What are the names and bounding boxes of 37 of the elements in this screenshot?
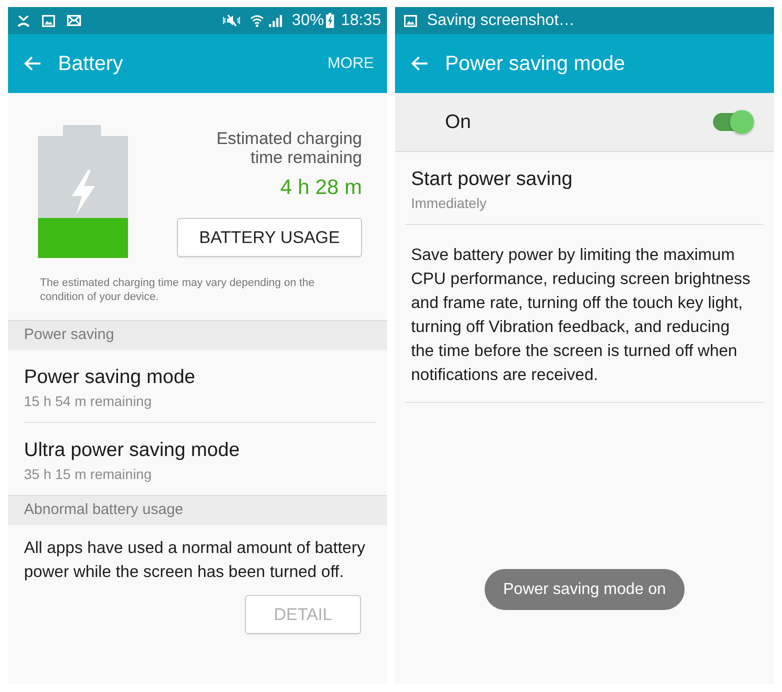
charging-note: The estimated charging time may vary depending on the condition of your device. [39, 276, 316, 304]
item-title: Power saving mode [24, 365, 196, 389]
arrow-left-icon [24, 56, 41, 71]
settings-item[interactable]: Power saving mode 15 h 54 m remaining [8, 350, 387, 422]
mail-icon [67, 15, 81, 26]
image-icon [42, 14, 55, 26]
signal-icon [268, 14, 282, 26]
battery-charging-icon [326, 13, 334, 28]
section-header: Power saving [8, 320, 387, 350]
mute-icon [222, 14, 240, 27]
item-title: Ultra power saving mode [24, 438, 241, 462]
section-header: Abnormal battery usage [8, 495, 387, 525]
abnormal-usage-text: All apps have used a normal amount of battery power while the screen has been turned off. [23, 538, 366, 583]
clock-time: 18:35 [340, 12, 381, 30]
estimate-value: 4 h 28 m [280, 176, 362, 200]
app-bar-title: Power saving mode [445, 52, 626, 76]
item-subtitle: Immediately [411, 194, 488, 212]
item-subtitle: 15 h 54 m remaining [24, 392, 153, 410]
back-button[interactable] [24, 56, 41, 71]
arrow-left-icon [411, 56, 428, 71]
app-bar-title: Battery [58, 52, 123, 76]
description-text: Save battery power by limiting the maximum CPU performance, reducing screen brightness and frame rate, turning off the touch key light, turning off Vibration feedback, and reducing the time before the screen is turned off when notifications are received. [410, 245, 752, 386]
battery-percent: 30% [292, 12, 324, 30]
item-subtitle: 35 h 15 m remaining [24, 465, 153, 483]
settings-item[interactable]: Start power saving Immediately [395, 152, 774, 224]
phone-icon [17, 14, 30, 26]
settings-item[interactable]: Ultra power saving mode 35 h 15 m remaining [8, 423, 387, 495]
toast-message: Power saving mode on [484, 569, 685, 610]
toggle-switch[interactable] [713, 110, 754, 134]
wifi-icon [250, 14, 264, 27]
estimate-label: Estimated charging time remaining [215, 129, 362, 167]
switch-label: On [445, 110, 472, 134]
back-button[interactable] [411, 56, 428, 71]
item-title: Start power saving [411, 167, 574, 191]
image-icon [404, 14, 417, 26]
battery-usage-button[interactable]: BATTERY USAGE [177, 218, 362, 257]
notification-text: Saving screenshot… [427, 12, 575, 30]
